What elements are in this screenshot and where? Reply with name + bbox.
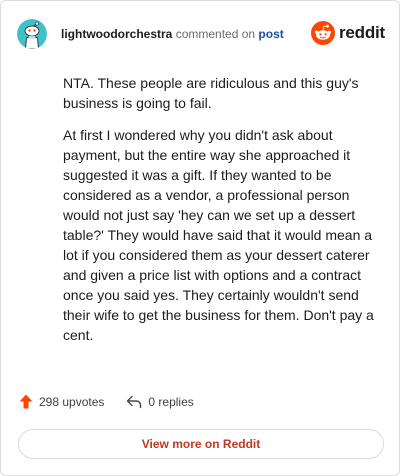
upvote-arrow-icon	[19, 394, 33, 409]
snoo-avatar-icon[interactable]	[17, 19, 47, 49]
byline-action: commented on	[175, 27, 256, 41]
reply-arrow-icon	[127, 395, 142, 408]
username-link[interactable]: lightwoodorchestra	[61, 27, 172, 41]
upvotes-count: 298 upvotes	[39, 394, 105, 409]
comment-paragraph: NTA. These people are ridiculous and thi…	[63, 75, 359, 111]
comment-header: lightwoodorchestra commented on post red…	[17, 17, 385, 51]
replies-count: 0 replies	[148, 394, 194, 409]
view-more-button[interactable]: View more on Reddit	[18, 429, 384, 459]
comment-footer: 298 upvotes 0 replies	[19, 394, 194, 409]
upvotes-stat[interactable]: 298 upvotes	[19, 394, 104, 409]
post-link[interactable]: post	[258, 27, 283, 41]
embedded-comment-card: lightwoodorchestra commented on post red…	[0, 0, 400, 476]
replies-stat[interactable]: 0 replies	[126, 394, 194, 409]
reddit-logo-icon	[310, 21, 335, 45]
reddit-logo[interactable]: reddit	[310, 21, 385, 45]
comment-paragraph: At first I wondered why you didn't ask a…	[63, 127, 374, 343]
reddit-wordmark: reddit	[338, 23, 385, 42]
byline: lightwoodorchestra commented on post	[61, 27, 284, 41]
comment-body: NTA. These people are ridiculous and thi…	[63, 73, 381, 357]
